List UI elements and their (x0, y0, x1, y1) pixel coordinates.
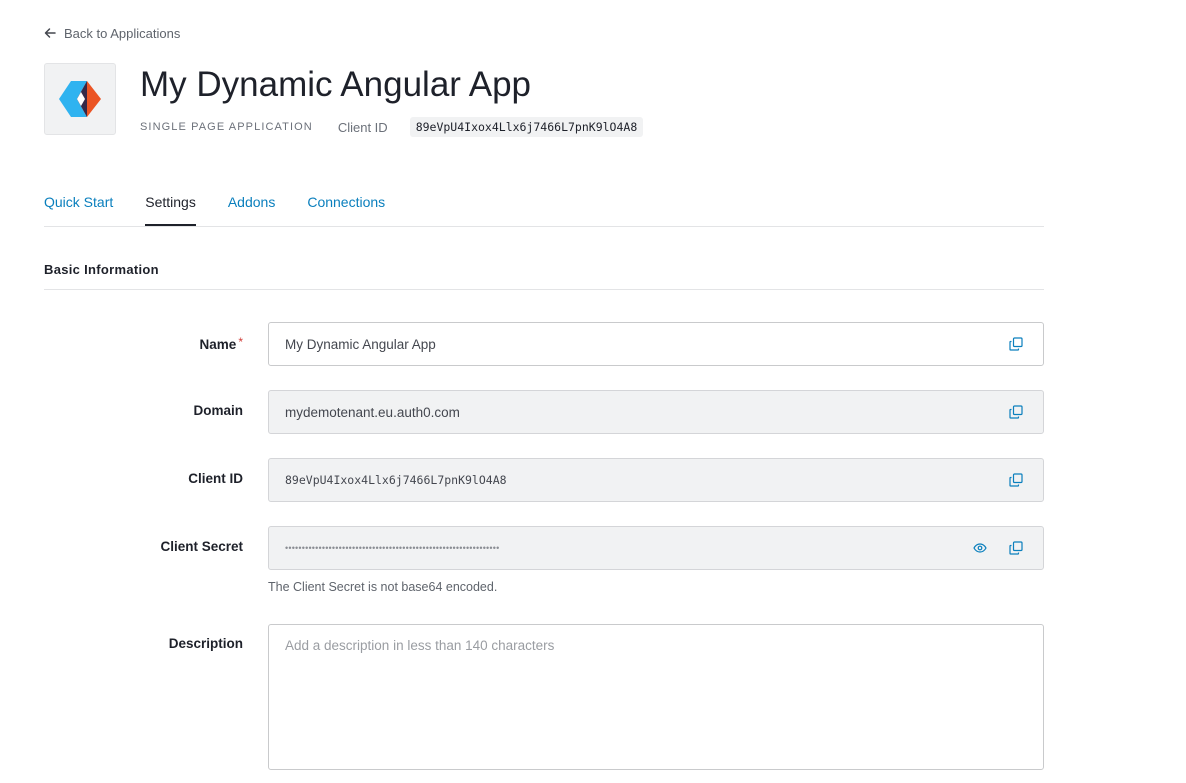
tab-addons[interactable]: Addons (228, 186, 275, 226)
copy-client-id-button[interactable] (1005, 469, 1027, 491)
tab-connections[interactable]: Connections (307, 186, 385, 226)
copy-icon (1009, 337, 1023, 351)
copy-client-secret-button[interactable] (1005, 537, 1027, 559)
name-field[interactable]: My Dynamic Angular App (268, 322, 1044, 366)
description-label: Description (168, 636, 243, 651)
app-logo (44, 63, 116, 135)
spa-logo-icon (59, 81, 101, 117)
domain-field: mydemotenant.eu.auth0.com (268, 390, 1044, 434)
domain-value: mydemotenant.eu.auth0.com (285, 404, 460, 420)
client-id-chip[interactable]: 89eVpU4Ixox4Llx6j7466L7pnK9lO4A8 (409, 117, 644, 137)
page-title: My Dynamic Angular App (140, 65, 532, 104)
app-meta-row: SINGLE PAGE APPLICATION Client ID 89eVpU… (140, 116, 644, 138)
arrow-left-icon (44, 28, 56, 38)
domain-label: Domain (193, 403, 243, 418)
client-id-value: 89eVpU4Ixox4Llx6j7466L7pnK9lO4A8 (285, 473, 507, 487)
back-to-applications-link[interactable]: Back to Applications (44, 24, 180, 42)
description-textarea[interactable] (269, 625, 1043, 769)
app-type-label: SINGLE PAGE APPLICATION (140, 121, 313, 133)
copy-icon (1009, 541, 1023, 555)
client-secret-value: ••••••••••••••••••••••••••••••••••••••••… (285, 543, 500, 553)
name-input-value[interactable]: My Dynamic Angular App (285, 337, 991, 352)
client-id-field: 89eVpU4Ixox4Llx6j7466L7pnK9lO4A8 (268, 458, 1044, 502)
name-label-text: Name (199, 337, 237, 352)
copy-icon (1009, 473, 1023, 487)
reveal-secret-button[interactable] (969, 537, 991, 559)
tab-quick-start[interactable]: Quick Start (44, 186, 113, 226)
tab-settings[interactable]: Settings (145, 186, 196, 226)
description-field (268, 624, 1044, 770)
copy-icon (1009, 405, 1023, 419)
client-secret-field: ••••••••••••••••••••••••••••••••••••••••… (268, 526, 1044, 570)
client-secret-label: Client Secret (160, 539, 243, 554)
copy-domain-button[interactable] (1005, 401, 1027, 423)
copy-name-button[interactable] (1005, 333, 1027, 355)
back-link-label: Back to Applications (64, 25, 181, 41)
eye-icon (973, 543, 987, 553)
section-heading: Basic Information (44, 258, 1044, 290)
client-secret-helper-text: The Client Secret is not base64 encoded. (268, 580, 498, 594)
client-id-label: Client ID (188, 471, 243, 486)
tab-bar: Quick Start Settings Addons Connections (44, 186, 1044, 227)
name-label: Name * (44, 335, 243, 352)
client-id-header-label: Client ID (337, 119, 388, 135)
required-mark: * (238, 335, 243, 349)
